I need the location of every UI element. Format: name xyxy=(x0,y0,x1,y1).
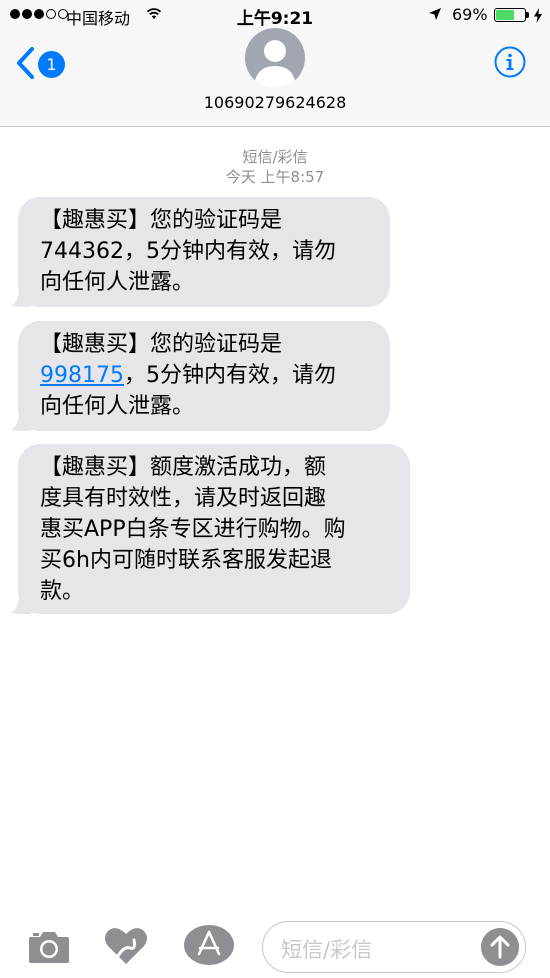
message-line: 买6h内可随时联系客服发起退 xyxy=(40,548,332,573)
message-line: 度具有时效性，请及时返回趣 xyxy=(40,486,327,511)
location-arrow-icon xyxy=(429,8,441,20)
message-line: 惠买APP白条专区进行购物。购 xyxy=(40,517,346,542)
status-bar: 中国移动 上午9:21 69% xyxy=(0,0,550,30)
message-line: 款。 xyxy=(40,579,85,604)
message-line: 向任何人泄露。 xyxy=(40,394,195,419)
send-arrow-icon[interactable] xyxy=(481,928,519,966)
message-line: 向任何人泄露。 xyxy=(40,270,195,295)
charging-bolt-icon xyxy=(534,8,542,23)
message-line: 【趣惠买】您的验证码是 xyxy=(40,208,283,233)
message-line: 【趣惠买】您的验证码是 xyxy=(40,332,283,357)
unread-badge: 1 xyxy=(38,51,65,78)
compose-bar: 短信/彩信 xyxy=(0,912,550,978)
battery-percent: 69% xyxy=(452,5,488,24)
digital-touch-icon[interactable] xyxy=(104,926,148,966)
bubble-tail xyxy=(11,411,31,431)
verification-code-link[interactable]: 998175 xyxy=(40,363,124,388)
battery-level xyxy=(496,10,514,20)
contact-number[interactable]: 10690279624628 xyxy=(0,93,550,112)
message-input-placeholder: 短信/彩信 xyxy=(281,938,373,962)
info-icon[interactable] xyxy=(494,46,526,78)
battery-icon xyxy=(494,8,526,22)
contact-avatar[interactable] xyxy=(245,28,305,88)
thread-timestamp: 今天 上午8:57 xyxy=(225,168,325,186)
camera-icon[interactable] xyxy=(28,928,70,964)
message-bubble[interactable]: 【趣惠买】额度激活成功，额 度具有时效性，请及时返回趣 惠买APP白条专区进行购… xyxy=(11,444,410,614)
back-chevron-icon xyxy=(17,47,34,79)
message-bubble[interactable]: 【趣惠买】您的验证码是 744362，5分钟内有效，请勿 向任何人泄露。 xyxy=(11,197,390,307)
message-line: 【趣惠买】额度激活成功，额 xyxy=(40,455,327,480)
message-line: 744362，5分钟内有效，请勿 xyxy=(40,239,336,264)
bubble-tail xyxy=(11,594,31,614)
message-bubble[interactable]: 【趣惠买】您的验证码是 998175，5分钟内有效，请勿 向任何人泄露。 xyxy=(11,321,390,431)
back-button[interactable]: 1 xyxy=(14,44,74,84)
message-text: ，5分钟内有效，请勿 xyxy=(123,363,336,388)
bubble-tail xyxy=(11,287,31,307)
person-silhouette-icon xyxy=(254,40,296,88)
message-line: 998175，5分钟内有效，请勿 xyxy=(40,360,368,391)
message-input[interactable]: 短信/彩信 xyxy=(262,921,526,973)
battery-cap xyxy=(526,12,529,18)
app-store-icon[interactable] xyxy=(183,924,235,966)
thread-service-label: 短信/彩信 xyxy=(242,148,308,166)
